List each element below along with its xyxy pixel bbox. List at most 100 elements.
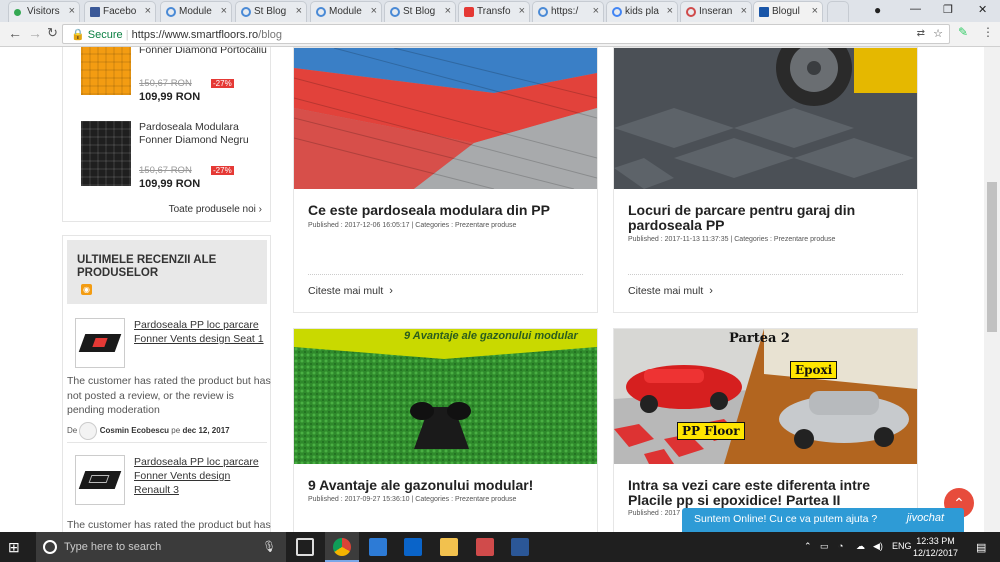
post-meta: Published : 2017 bbox=[628, 510, 681, 517]
app-icon[interactable] bbox=[476, 538, 494, 556]
tab-st-blog-2[interactable]: St Blog × bbox=[384, 1, 456, 22]
tab-facebook[interactable]: Facebo × bbox=[84, 1, 156, 22]
facebook-icon bbox=[90, 7, 100, 17]
reload-icon[interactable]: ↻ bbox=[47, 25, 58, 41]
tab-visitors[interactable]: Visitors × bbox=[8, 1, 80, 22]
tab-close-icon[interactable]: × bbox=[741, 5, 747, 17]
product-item[interactable]: Fonner Diamond Portocaliu 150,67 RON -27… bbox=[81, 47, 267, 115]
site-favicon-icon bbox=[166, 7, 176, 17]
restore-icon[interactable]: ❐ bbox=[943, 3, 953, 16]
live-chat-bar[interactable]: Suntem Online! Cu ce va putem ajuta ? ji… bbox=[682, 508, 964, 532]
secure-label: Secure bbox=[87, 29, 123, 41]
translate-icon[interactable]: ⇄ bbox=[917, 28, 925, 39]
review-product-link[interactable]: Pardoseala PP loc parcare Fonner Vents d… bbox=[134, 455, 269, 497]
tab-close-icon[interactable]: × bbox=[445, 5, 451, 17]
battery-icon[interactable]: ▭ bbox=[820, 541, 829, 552]
product-price: 109,99 RON bbox=[139, 178, 201, 190]
tab-close-icon[interactable]: × bbox=[667, 5, 673, 17]
product-image[interactable] bbox=[81, 121, 131, 186]
product-name[interactable]: Fonner Diamond Portocaliu bbox=[139, 47, 269, 57]
volume-icon[interactable]: ◀) bbox=[873, 541, 883, 552]
post-title[interactable]: 9 Avantaje ale gazonului modular! bbox=[308, 478, 593, 493]
site-favicon-icon bbox=[390, 7, 400, 17]
rss-icon[interactable]: ◉ bbox=[81, 284, 92, 295]
tab-close-icon[interactable]: × bbox=[519, 5, 525, 17]
tab-https[interactable]: https:/× bbox=[532, 1, 604, 22]
tray-chevron-icon[interactable]: ⌃ bbox=[804, 541, 812, 552]
star-icon[interactable]: ☆ bbox=[933, 27, 943, 40]
taskbar-search-input[interactable]: Type here to search 🎙 bbox=[36, 532, 286, 562]
post-image-label: Epoxi bbox=[790, 361, 838, 379]
tab-close-icon[interactable]: × bbox=[593, 5, 599, 17]
tab-favicon-icon bbox=[14, 9, 21, 16]
product-name[interactable]: Pardoseala Modulara Fonner Diamond Negru bbox=[139, 121, 269, 147]
read-more-link[interactable]: Citeste mai mult › bbox=[308, 285, 393, 297]
wifi-icon[interactable]: ◔ bbox=[838, 541, 843, 551]
tab-close-icon[interactable]: × bbox=[69, 5, 75, 17]
minimize-icon[interactable]: — bbox=[910, 3, 921, 15]
review-product-thumbnail[interactable] bbox=[75, 455, 125, 505]
file-explorer-icon[interactable] bbox=[440, 538, 458, 556]
tab-close-icon[interactable]: × bbox=[371, 5, 377, 17]
microphone-icon[interactable]: 🎙 bbox=[262, 540, 276, 553]
tab-inseran[interactable]: Inseran × bbox=[680, 1, 752, 22]
onedrive-icon[interactable]: ☁ bbox=[856, 541, 865, 552]
post-image[interactable]: 9 Avantaje ale gazonului modular bbox=[294, 329, 597, 464]
outlook-icon[interactable] bbox=[404, 538, 422, 556]
post-image[interactable] bbox=[294, 48, 597, 189]
all-new-products-link[interactable]: Toate produsele noi › bbox=[169, 204, 262, 215]
extension-icon[interactable]: ✎ bbox=[958, 25, 968, 39]
chrome-icon[interactable] bbox=[333, 538, 351, 556]
tab-module[interactable]: Module × bbox=[160, 1, 232, 22]
product-old-price: 150,67 RON bbox=[139, 165, 192, 176]
windows-taskbar: ⊞ Type here to search 🎙 ⌃ ▭ ◔ ☁ ◀) ENG 1… bbox=[0, 532, 1000, 562]
scrollbar[interactable] bbox=[984, 47, 1000, 532]
product-price: 109,99 RON bbox=[139, 91, 201, 103]
app-icon[interactable] bbox=[369, 538, 387, 556]
tab-youtube[interactable]: Transfo × bbox=[458, 1, 530, 22]
post-image[interactable] bbox=[614, 48, 917, 189]
blog-post-card: Locuri de parcare pentru garaj din pardo… bbox=[613, 47, 918, 313]
product-item[interactable]: Pardoseala Modulara Fonner Diamond Negru… bbox=[81, 121, 261, 191]
taskbar-clock[interactable]: 12:33 PM 12/12/2017 bbox=[913, 535, 958, 559]
tab-close-icon[interactable]: × bbox=[296, 5, 302, 17]
post-meta: Published : 2017-11-13 11:37:35 | Catego… bbox=[628, 236, 836, 243]
post-title[interactable]: Ce este pardoseala modulara din PP bbox=[308, 203, 593, 218]
post-image[interactable]: Partea 2 Epoxi PP Floor bbox=[614, 329, 917, 464]
back-icon[interactable]: ← bbox=[8, 25, 22, 41]
profile-icon[interactable]: ● bbox=[874, 3, 881, 17]
close-window-icon[interactable]: ✕ bbox=[978, 3, 987, 16]
notifications-icon[interactable]: ▤ bbox=[976, 541, 986, 554]
blog-post-card: Partea 2 Epoxi PP Floor Intra sa vezi ca… bbox=[613, 328, 918, 532]
scrollbar-thumb[interactable] bbox=[987, 182, 997, 332]
post-image-label: PP Floor bbox=[677, 422, 745, 440]
lock-icon: 🔒 bbox=[71, 29, 85, 41]
reviews-header: ULTIMELE RECENZII ALE PRODUSELOR ◉ bbox=[67, 240, 267, 304]
tab-blogul-active[interactable]: Blogul × bbox=[753, 1, 823, 22]
new-tab-button[interactable] bbox=[827, 1, 849, 22]
language-indicator[interactable]: ENG bbox=[892, 541, 912, 551]
tab-close-icon[interactable]: × bbox=[145, 5, 151, 17]
new-products-box: Fonner Diamond Portocaliu 150,67 RON -27… bbox=[62, 47, 271, 222]
post-meta: Published : 2017-12-06 16:05:17 | Catego… bbox=[308, 222, 517, 229]
tab-google[interactable]: kids pla × bbox=[606, 1, 678, 22]
review-product-link[interactable]: Pardoseala PP loc parcare Fonner Vents d… bbox=[134, 318, 269, 346]
tab-module-2[interactable]: Module × bbox=[310, 1, 382, 22]
word-icon[interactable] bbox=[511, 538, 529, 556]
post-image-label: Partea 2 bbox=[729, 331, 790, 346]
url-input[interactable]: 🔒 Secure | https://www.smartfloors.ro/bl… bbox=[62, 24, 950, 44]
product-image[interactable] bbox=[81, 47, 131, 95]
tab-st-blog[interactable]: St Blog × bbox=[235, 1, 307, 22]
site-favicon-icon bbox=[241, 7, 251, 17]
menu-icon[interactable]: ⋮ bbox=[982, 25, 994, 39]
review-product-thumbnail[interactable] bbox=[75, 318, 125, 368]
task-view-icon[interactable] bbox=[296, 538, 314, 556]
post-title[interactable]: Intra sa vezi care este diferenta intre … bbox=[628, 478, 913, 508]
tab-close-icon[interactable]: × bbox=[812, 5, 818, 17]
tab-close-icon[interactable]: × bbox=[221, 5, 227, 17]
site-favicon-icon bbox=[538, 7, 548, 17]
post-title[interactable]: Locuri de parcare pentru garaj din pardo… bbox=[628, 203, 913, 233]
windows-start-icon[interactable]: ⊞ bbox=[8, 539, 20, 556]
forward-icon[interactable]: → bbox=[28, 25, 42, 41]
read-more-link[interactable]: Citeste mai mult › bbox=[628, 285, 713, 297]
